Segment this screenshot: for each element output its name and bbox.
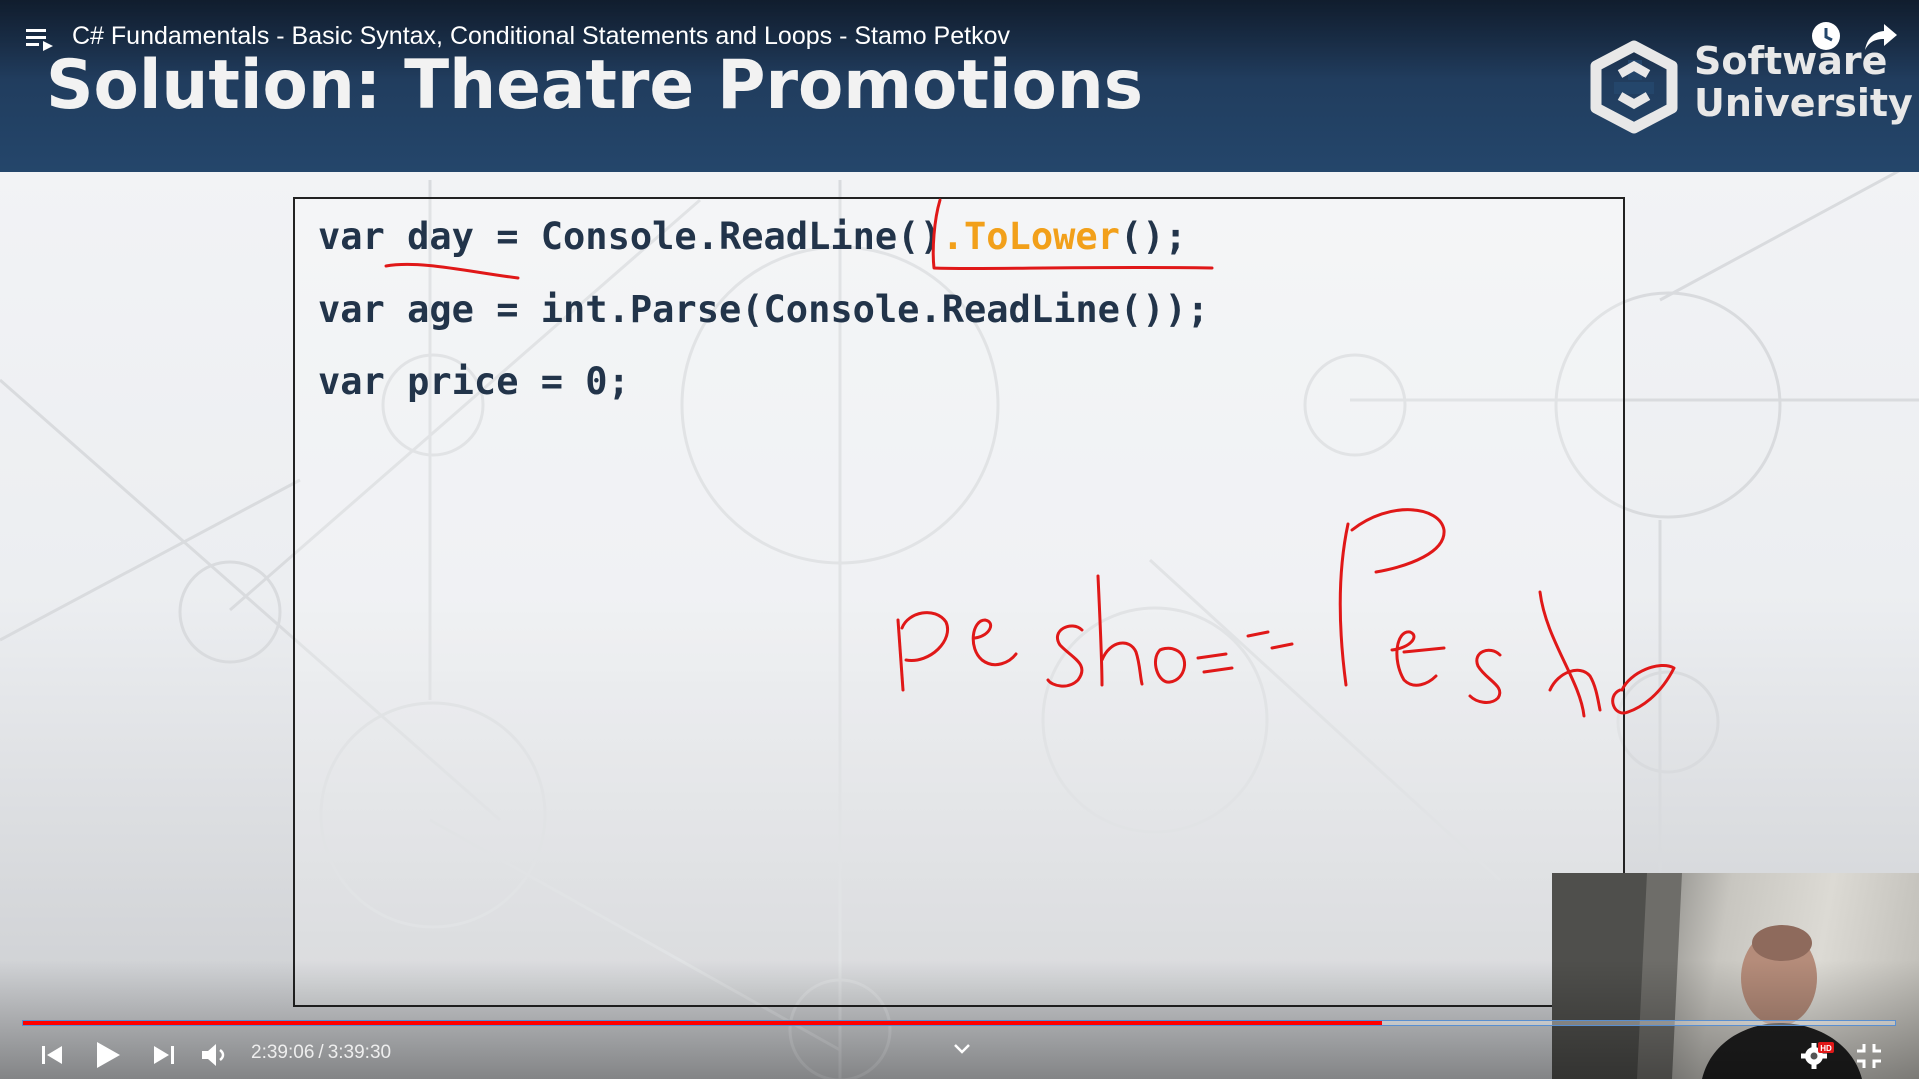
time-current: 2:39:06	[251, 1042, 315, 1063]
slide-title: Solution: Theatre Promotions	[46, 46, 1144, 125]
settings-gear-icon[interactable]: HD	[1800, 1040, 1834, 1070]
time-total: 3:39:30	[327, 1042, 392, 1063]
volume-icon[interactable]	[200, 1040, 230, 1070]
code-line-day: var day = Console.ReadLine().ToLower();	[318, 215, 1187, 258]
code-line-age: var age = int.Parse(Console.ReadLine());	[318, 288, 1209, 331]
watch-later-icon[interactable]	[1810, 20, 1842, 52]
softuni-logo-mark	[1590, 40, 1678, 134]
progress-bar[interactable]	[22, 1020, 1896, 1026]
code-highlight-tolower: .ToLower	[941, 215, 1120, 258]
skip-previous-icon[interactable]	[40, 1043, 64, 1067]
logo-text: Software University	[1694, 40, 1913, 124]
progress-played	[23, 1021, 1382, 1025]
video-title-link[interactable]: C# Fundamentals - Basic Syntax, Conditio…	[72, 22, 1010, 51]
share-icon[interactable]	[1864, 22, 1898, 52]
logo-line-university: University	[1694, 81, 1913, 125]
fullscreen-exit-icon[interactable]	[1855, 1042, 1883, 1070]
code-line-price: var price = 0;	[318, 360, 630, 403]
presenter-hair	[1752, 925, 1812, 961]
time-separator: /	[318, 1042, 324, 1063]
chevron-down-icon[interactable]	[952, 1042, 972, 1056]
code-text: var day = Console.ReadLine()	[318, 215, 942, 258]
skip-next-icon[interactable]	[152, 1043, 176, 1067]
code-text: ();	[1119, 215, 1187, 258]
code-text: var price = 0;	[318, 360, 630, 403]
play-icon[interactable]	[94, 1040, 122, 1070]
hd-badge: HD	[1820, 1044, 1832, 1053]
playlist-icon[interactable]	[26, 26, 54, 52]
code-text: var age = int.Parse(Console.ReadLine());	[318, 288, 1210, 331]
time-display: 2:39:06/3:39:30	[251, 1042, 391, 1064]
video-frame[interactable]: Solution: Theatre Promotions Software Un…	[0, 0, 1919, 1079]
code-box: var day = Console.ReadLine().ToLower(); …	[293, 197, 1625, 1007]
